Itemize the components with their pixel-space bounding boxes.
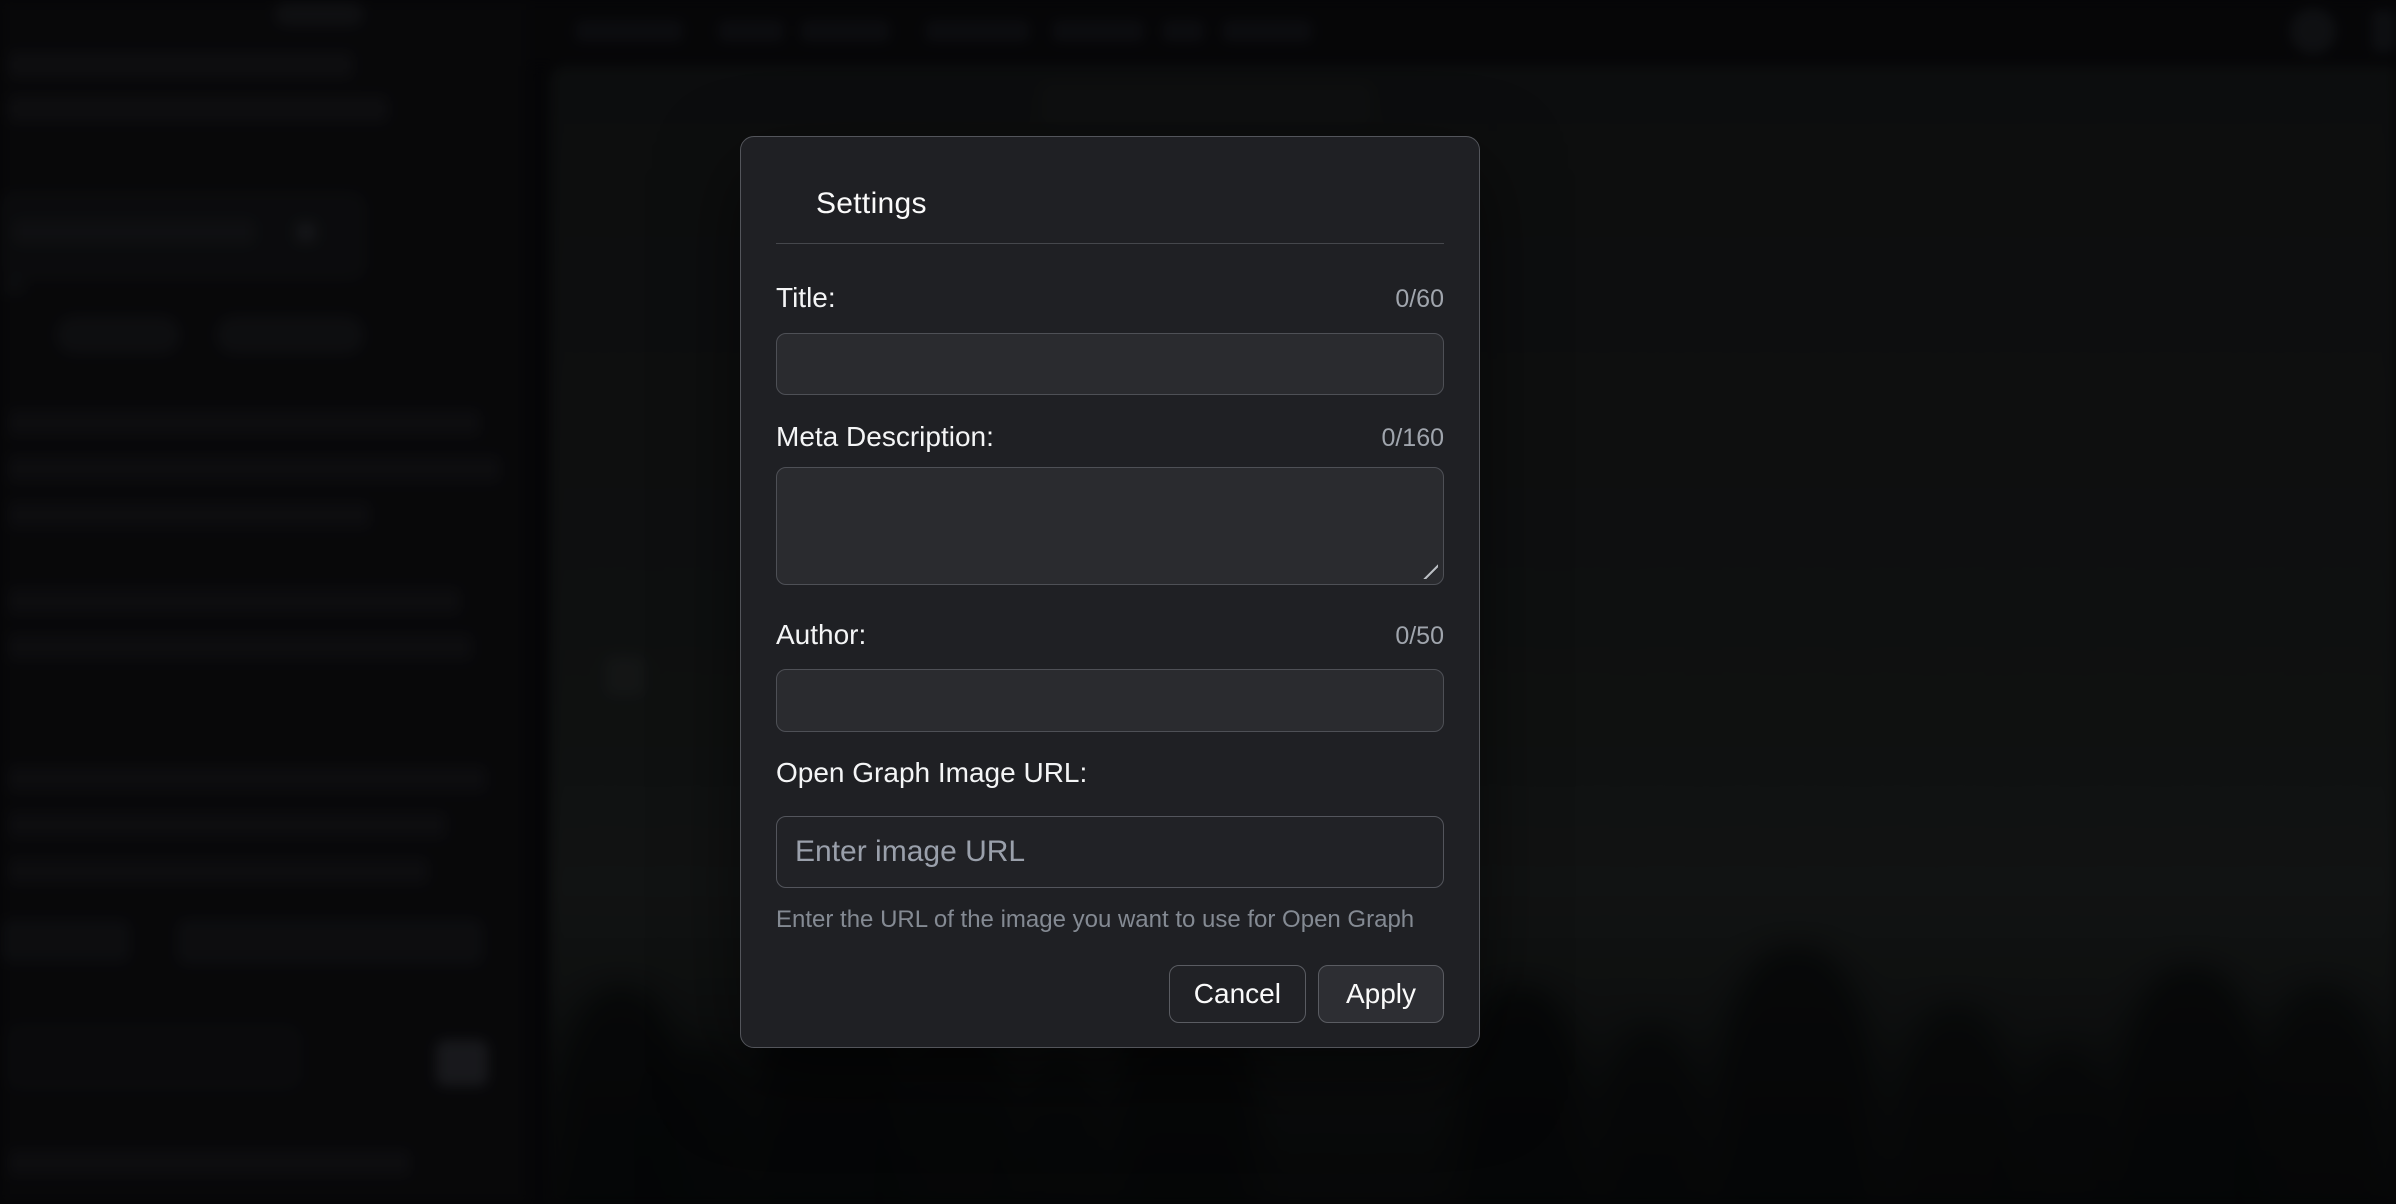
app-screen: Settings Title: 0/60 Meta Description: 0… <box>0 0 2396 1204</box>
author-input[interactable] <box>776 669 1444 732</box>
meta-description-wrap <box>776 467 1444 585</box>
apply-button[interactable]: Apply <box>1318 965 1444 1023</box>
author-char-counter: 0/50 <box>1395 624 1444 649</box>
modal-title: Settings <box>776 189 1444 219</box>
title-field-label: Title: <box>776 284 836 312</box>
og-image-url-helper-text: Enter the URL of the image you want to u… <box>776 908 1444 932</box>
meta-description-textarea[interactable] <box>776 467 1444 585</box>
meta-description-char-counter: 0/160 <box>1381 426 1444 451</box>
title-char-counter: 0/60 <box>1395 287 1444 312</box>
meta-description-label: Meta Description: <box>776 423 994 451</box>
author-field-label: Author: <box>776 621 866 649</box>
og-image-url-label: Open Graph Image URL: <box>776 759 1087 787</box>
title-input[interactable] <box>776 333 1444 395</box>
cancel-button[interactable]: Cancel <box>1169 965 1306 1023</box>
settings-modal: Settings Title: 0/60 Meta Description: 0… <box>740 136 1480 1048</box>
og-image-url-input[interactable] <box>776 816 1444 888</box>
modal-divider <box>776 243 1444 244</box>
modal-actions: Cancel Apply <box>776 965 1444 1023</box>
